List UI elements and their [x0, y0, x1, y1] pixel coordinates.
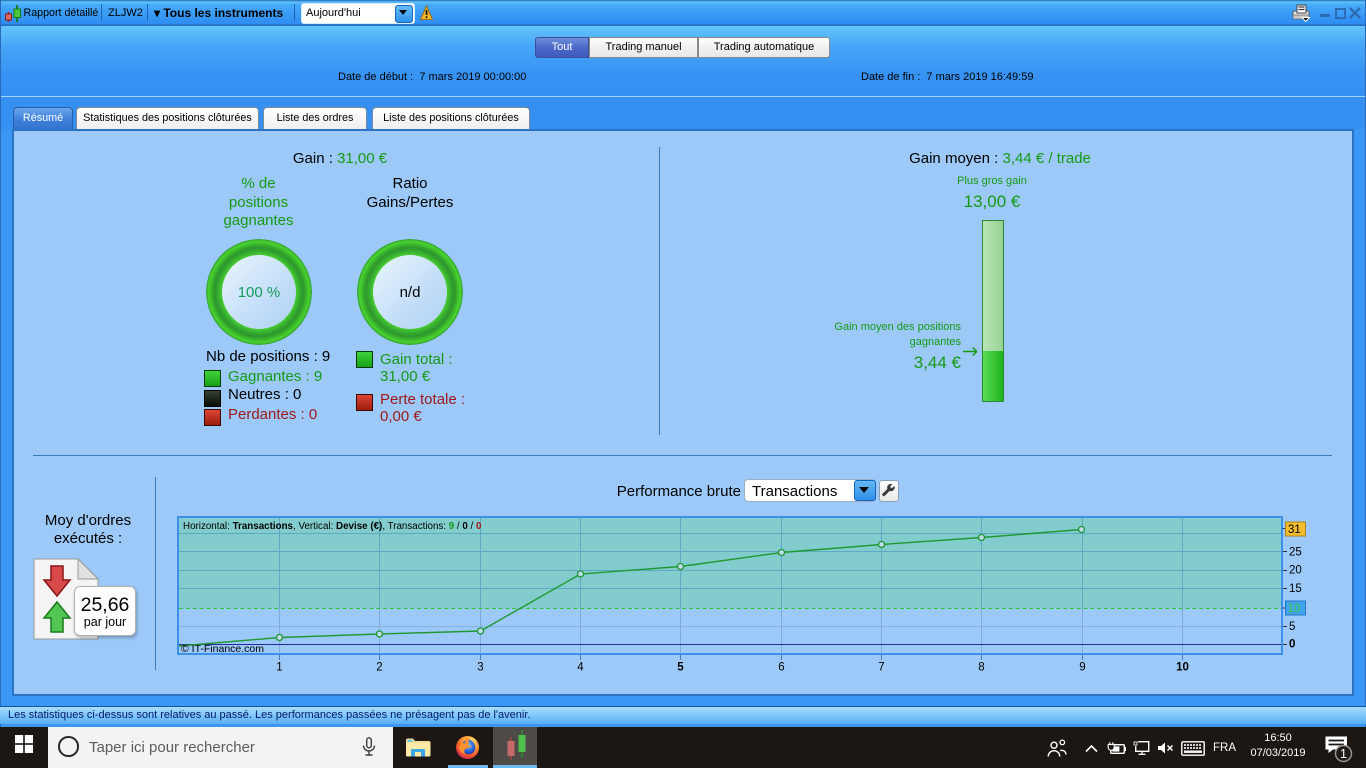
- svg-text:1: 1: [1340, 747, 1347, 761]
- svg-text:0: 0: [1289, 639, 1295, 651]
- svg-text:4: 4: [577, 662, 584, 674]
- svg-text:8: 8: [978, 662, 984, 674]
- svg-text:7: 7: [878, 662, 884, 674]
- svg-text:15: 15: [1289, 583, 1302, 595]
- svg-text:3: 3: [477, 662, 483, 674]
- svg-text:© IT-Finance.com: © IT-Finance.com: [181, 643, 264, 655]
- svg-text:6: 6: [778, 662, 784, 674]
- svg-text:20: 20: [1289, 565, 1302, 577]
- svg-text:5: 5: [1289, 621, 1295, 633]
- svg-text:5: 5: [677, 662, 684, 674]
- svg-text:10: 10: [1176, 662, 1189, 674]
- svg-text:2: 2: [376, 662, 382, 674]
- svg-text:31: 31: [1288, 524, 1301, 536]
- svg-text:25: 25: [1289, 547, 1302, 559]
- svg-text:1: 1: [276, 662, 282, 674]
- svg-text:10: 10: [1288, 603, 1301, 615]
- svg-text:9: 9: [1079, 662, 1085, 674]
- svg-text:Horizontal: Transactions, Vert: Horizontal: Transactions, Vertical: Devi…: [183, 521, 482, 532]
